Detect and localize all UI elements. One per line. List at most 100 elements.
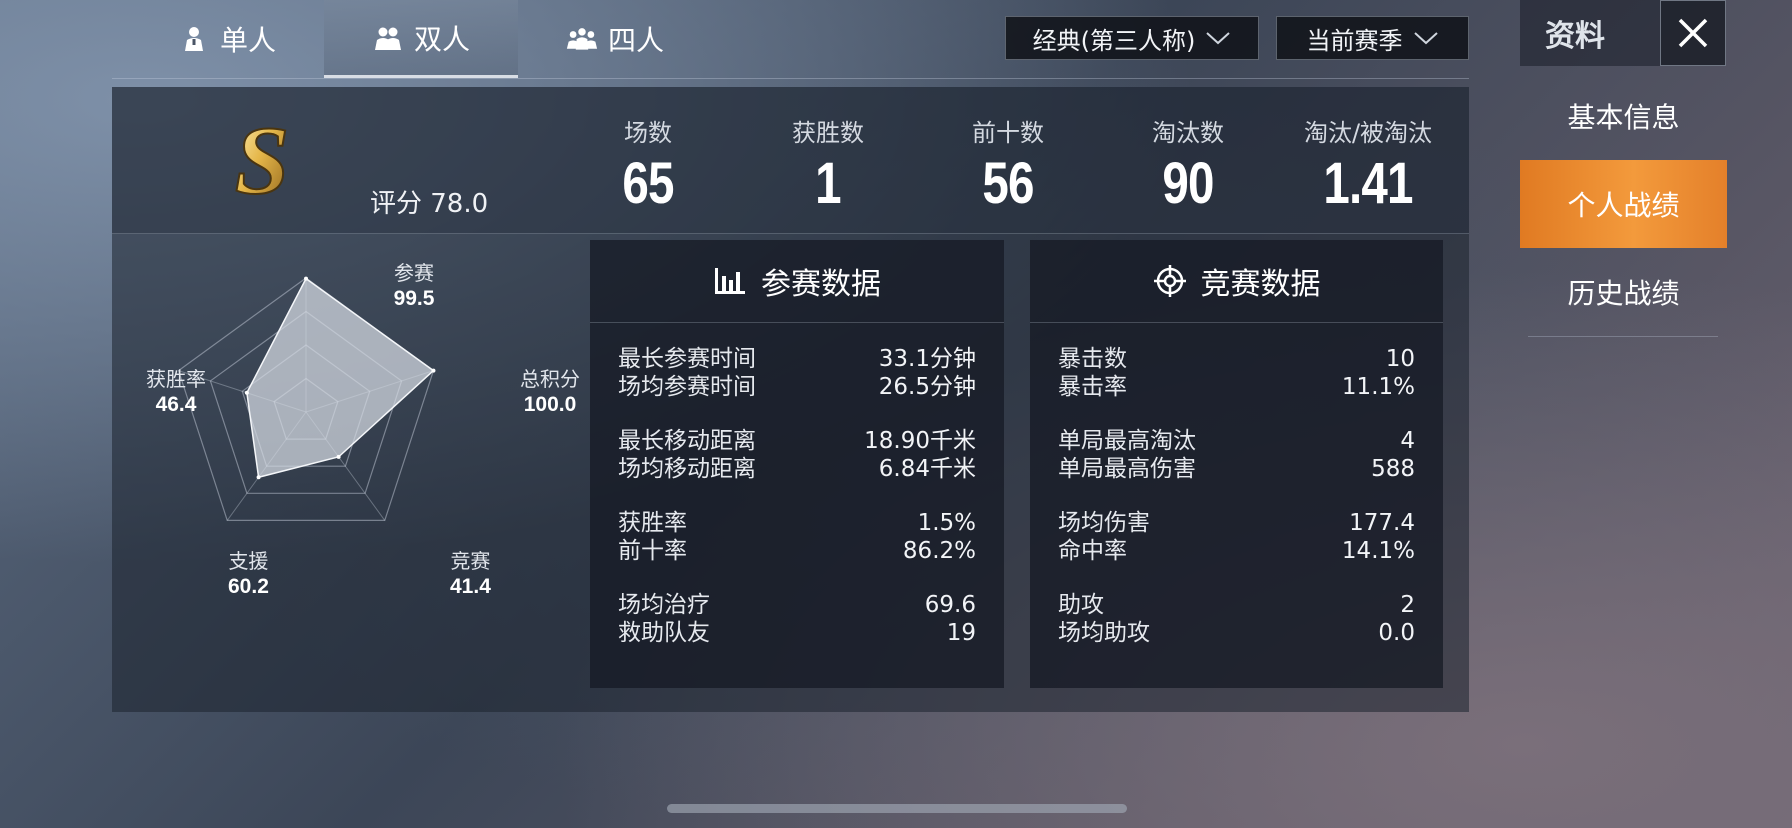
stat-value: 177.4 <box>1349 510 1415 536</box>
stat-name: 获胜率 <box>618 510 687 536</box>
rank-badge: S <box>234 109 291 209</box>
radar-point <box>336 454 341 459</box>
tab-solo[interactable]: 单人 <box>130 0 324 78</box>
participation-row: 最长参赛时间 33.1分钟 <box>618 345 976 373</box>
stat-value: 19 <box>946 620 976 646</box>
combat-group: 单局最高淘汰 4 单局最高伤害 588 <box>1058 427 1415 483</box>
combat-group: 场均伤害 177.4 命中率 14.1% <box>1058 509 1415 565</box>
stat-label: 淘汰数 <box>1152 119 1224 147</box>
stat-value: 0.0 <box>1378 620 1415 646</box>
radar-label-winrate: 获胜率 46.4 <box>146 367 206 416</box>
participation-row: 最长移动距离 18.90千米 <box>618 427 976 455</box>
radar-point <box>256 475 261 480</box>
stat-label: 前十数 <box>972 119 1044 147</box>
stat-name: 场均治疗 <box>618 592 710 618</box>
duo-person-icon <box>374 27 401 50</box>
combat-row: 暴击数 10 <box>1058 345 1415 373</box>
participation-row: 前十率 86.2% <box>618 537 976 565</box>
stat-value: 588 <box>1371 456 1415 482</box>
tab-squad-label: 四人 <box>607 24 664 57</box>
participation-group: 最长移动距离 18.90千米 场均移动距离 6.84千米 <box>618 427 976 483</box>
stat-value: 90 <box>1162 151 1214 216</box>
stat-value: 14.1% <box>1341 538 1415 564</box>
participation-card-header: 参赛数据 <box>590 240 1004 323</box>
radar-point <box>304 276 308 281</box>
radar-label-support: 支援 60.2 <box>228 549 269 598</box>
stat-kd: 淘汰/被淘汰 1.41 <box>1278 113 1458 217</box>
stat-name: 场均移动距离 <box>618 456 756 482</box>
side-item-basic-info[interactable]: 基本信息 <box>1520 72 1727 160</box>
stat-label: 场数 <box>624 119 672 147</box>
combat-list: 暴击数 10 暴击率 11.1% 单局最高淘汰 4 单局最高伤害 588 场均伤害 177.4 命中… <box>1030 323 1443 647</box>
side-item-history[interactable]: 历史战绩 <box>1520 248 1727 336</box>
stat-value: 11.1% <box>1341 374 1415 400</box>
season-dropdown[interactable]: 当前赛季 <box>1276 16 1469 60</box>
stat-value: 65 <box>622 151 674 216</box>
participation-card-title: 参赛数据 <box>761 267 881 302</box>
squad-person-icon <box>566 28 598 50</box>
radar-chart: 参赛 99.5 总积分 100.0 竞赛 41.4 支援 60.2 获胜率 46.4 <box>112 235 582 712</box>
participation-group: 获胜率 1.5% 前十率 86.2% <box>618 509 976 565</box>
tab-duo[interactable]: 双人 <box>324 0 518 78</box>
stat-value: 69.6 <box>924 592 976 618</box>
bar-chart-icon <box>715 268 745 294</box>
stat-value: 1 <box>815 151 841 216</box>
stat-name: 最长参赛时间 <box>618 346 756 372</box>
mode-dropdown-value: 经典(第三人称) <box>1032 26 1196 55</box>
mode-dropdown[interactable]: 经典(第三人称) <box>1005 16 1259 60</box>
radar-label-combat: 竞赛 41.4 <box>450 549 491 598</box>
stat-value: 56 <box>982 151 1034 216</box>
participation-group: 最长参赛时间 33.1分钟 场均参赛时间 26.5分钟 <box>618 345 976 401</box>
stat-name: 场均助攻 <box>1058 620 1150 646</box>
combat-row: 助攻 2 <box>1058 591 1415 619</box>
combat-card: 竞赛数据 暴击数 10 暴击率 11.1% 单局最高淘汰 4 单局最高伤害 588 场均伤害 17… <box>1030 240 1443 688</box>
combat-card-title: 竞赛数据 <box>1200 267 1321 302</box>
crosshair-icon <box>1153 265 1186 297</box>
chevron-down-icon <box>1413 32 1438 45</box>
side-item-personal-record[interactable]: 个人战绩 <box>1520 160 1727 248</box>
stat-label: 淘汰/被淘汰 <box>1303 119 1433 147</box>
side-menu: 基本信息 个人战绩 历史战绩 <box>1520 72 1727 337</box>
radar-svg <box>177 276 436 522</box>
radar-point <box>244 390 249 395</box>
combat-group: 暴击数 10 暴击率 11.1% <box>1058 345 1415 401</box>
stat-label: 获胜数 <box>792 119 864 147</box>
tab-duo-label: 双人 <box>413 22 470 56</box>
stat-name: 前十率 <box>618 538 687 564</box>
close-button[interactable] <box>1660 0 1726 66</box>
close-icon <box>1678 18 1708 48</box>
side-panel-title: 资料 <box>1520 0 1660 66</box>
mode-tabs: 单人 双人 四人 <box>130 0 712 78</box>
participation-group: 场均治疗 69.6 救助队友 19 <box>618 591 976 647</box>
participation-row: 场均治疗 69.6 <box>618 591 976 619</box>
radar-point <box>431 368 436 373</box>
stat-value: 10 <box>1385 346 1415 372</box>
stat-value: 26.5分钟 <box>878 374 976 400</box>
participation-row: 获胜率 1.5% <box>618 509 976 537</box>
combat-group: 助攻 2 场均助攻 0.0 <box>1058 591 1415 647</box>
stat-name: 单局最高淘汰 <box>1058 428 1196 454</box>
chevron-down-icon <box>1206 32 1231 45</box>
rating: 评分 78.0 <box>370 189 489 219</box>
participation-row: 场均移动距离 6.84千米 <box>618 455 976 483</box>
stat-eliminations: 淘汰数 90 <box>1098 113 1278 217</box>
participation-row: 场均参赛时间 26.5分钟 <box>618 373 976 401</box>
tab-squad[interactable]: 四人 <box>518 0 712 78</box>
stat-value: 33.1分钟 <box>878 346 976 372</box>
side-divider <box>1528 336 1718 337</box>
combat-row: 暴击率 11.1% <box>1058 373 1415 401</box>
stat-value: 6.84千米 <box>878 456 976 482</box>
home-indicator[interactable] <box>667 804 1127 813</box>
tab-divider <box>112 78 1469 79</box>
stat-value: 1.41 <box>1323 151 1413 216</box>
combat-row: 命中率 14.1% <box>1058 537 1415 565</box>
combat-row: 单局最高淘汰 4 <box>1058 427 1415 455</box>
tab-solo-label: 单人 <box>219 24 276 57</box>
stat-wins: 获胜数 1 <box>738 113 918 217</box>
summary-bar: S 评分 78.0 场数 65 获胜数 1 前十数 56 淘汰数 90 淘汰/被… <box>112 87 1469 234</box>
participation-row: 救助队友 19 <box>618 619 976 647</box>
solo-person-icon <box>184 27 203 51</box>
stat-name: 最长移动距离 <box>618 428 756 454</box>
stat-name: 暴击率 <box>1058 374 1127 400</box>
stat-name: 助攻 <box>1058 592 1104 618</box>
